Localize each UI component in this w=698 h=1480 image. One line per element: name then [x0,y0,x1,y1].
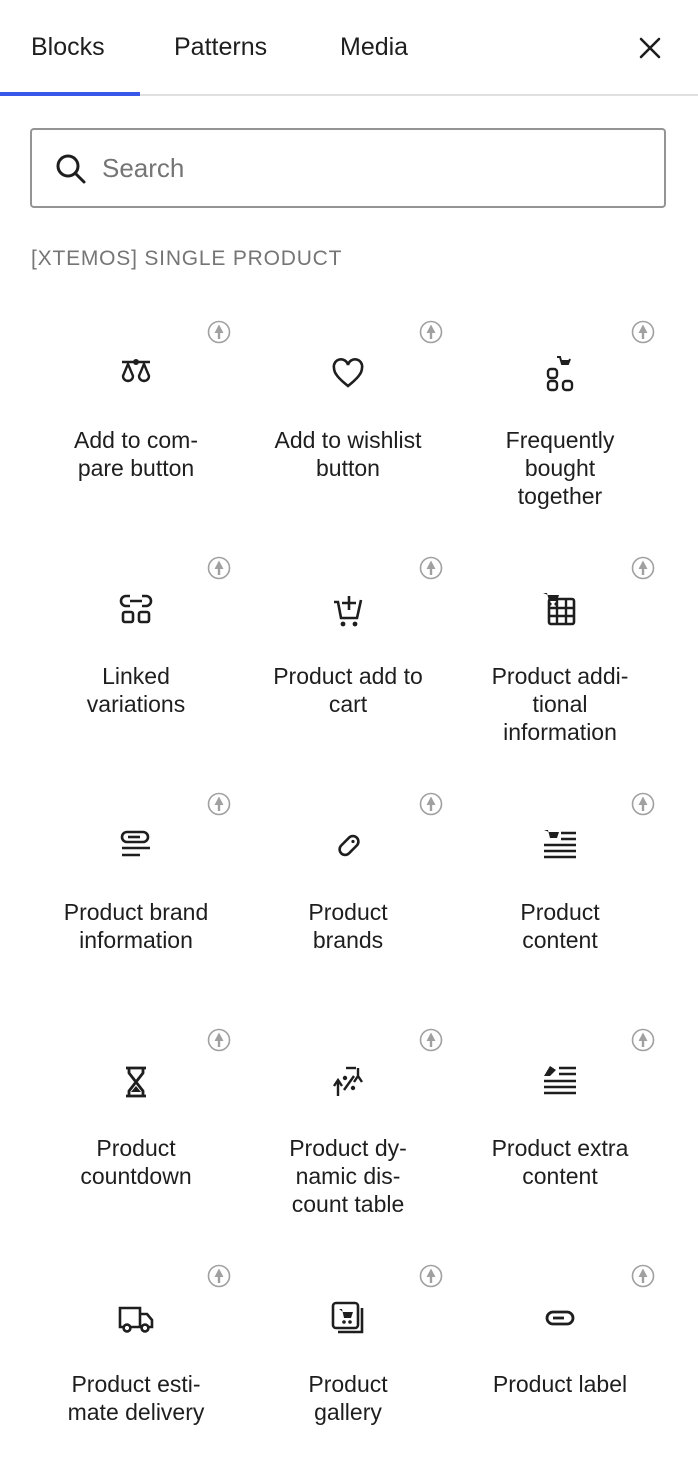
block-label: Product label [492,1371,628,1397]
block-item[interactable]: Product dy- namic dis- count table [242,1008,454,1244]
label-icon [545,1310,575,1326]
close-button[interactable] [634,32,666,64]
search-icon [56,154,86,184]
block-item[interactable]: Product brands [242,772,454,1008]
block-label: Product gallery [308,1371,388,1425]
tag-icon [338,834,360,857]
block-label: Product content [520,899,600,953]
block-source-badge-icon [207,1264,231,1288]
bundle-icon [546,356,574,392]
cart-add-icon [334,596,363,627]
block-source-badge-icon [419,792,443,816]
block-source-badge-icon [207,320,231,344]
block-source-badge-icon [419,320,443,344]
block-label: Add to wishlist button [274,427,422,481]
brand-info-icon [120,830,150,857]
block-label: Linked variations [86,663,186,717]
block-label: Product countdown [80,1135,192,1189]
gallery-icon [331,1301,364,1334]
block-source-badge-icon [207,792,231,816]
tab-bar: Blocks Patterns Media [0,0,698,96]
table-cart-icon [543,593,576,626]
block-item[interactable]: Product esti- mate delivery [30,1244,242,1480]
active-tab-indicator [0,92,140,96]
block-item[interactable]: Product gallery [242,1244,454,1480]
block-item[interactable]: Product content [454,772,666,1008]
block-item[interactable]: Add to wishlist button [242,300,454,536]
block-label: Product esti- mate delivery [67,1371,205,1425]
block-item[interactable]: Product brand information [30,772,242,1008]
discount-icon [333,1066,363,1096]
extra-content-icon [544,1066,576,1095]
linked-variations-icon [119,594,153,624]
block-source-badge-icon [419,556,443,580]
block-item[interactable]: Product label [454,1244,666,1480]
block-grid: Add to com- pare button Add to wishlist b… [30,300,666,1480]
block-item[interactable]: Add to com- pare button [30,300,242,536]
block-label: Product add to cart [273,663,423,717]
block-source-badge-icon [207,556,231,580]
tab-patterns[interactable]: Patterns [174,30,267,64]
block-source-badge-icon [631,320,655,344]
content-icon [544,830,576,859]
block-source-badge-icon [419,1264,443,1288]
search-input[interactable] [102,148,642,188]
block-item[interactable]: Product addi- tional information [454,536,666,772]
tab-blocks[interactable]: Blocks [31,30,105,64]
heart-icon [332,358,364,388]
search-box [30,128,666,208]
close-icon [639,37,661,59]
hourglass-icon [126,1066,146,1098]
block-item[interactable]: Linked variations [30,536,242,772]
block-source-badge-icon [631,1264,655,1288]
block-label: Product brands [308,899,388,953]
compare-icon [121,359,151,383]
block-label: Product dy- namic dis- count table [289,1135,407,1217]
block-label: Frequently bought together [505,427,615,509]
block-source-badge-icon [631,792,655,816]
block-item[interactable]: Frequently bought together [454,300,666,536]
block-label: Product addi- tional information [491,663,629,745]
truck-icon [118,1306,154,1333]
block-source-badge-icon [207,1028,231,1052]
section-title: [XTEMOS] SINGLE PRODUCT [31,247,343,270]
block-source-badge-icon [631,556,655,580]
block-label: Product extra content [491,1135,629,1189]
block-source-badge-icon [419,1028,443,1052]
block-label: Add to com- pare button [74,427,198,481]
block-item[interactable]: Product countdown [30,1008,242,1244]
block-label: Product brand information [63,899,209,953]
block-item[interactable]: Product extra content [454,1008,666,1244]
block-source-badge-icon [631,1028,655,1052]
block-item[interactable]: Product add to cart [242,536,454,772]
tab-media[interactable]: Media [340,30,408,64]
